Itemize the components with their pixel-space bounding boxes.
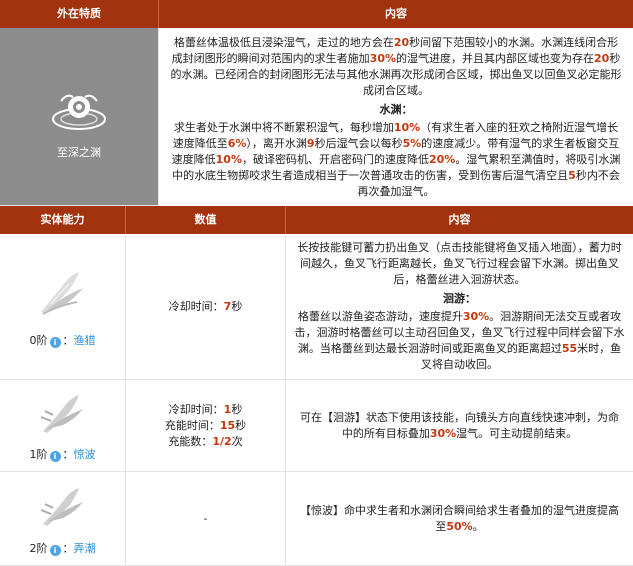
ability-values: 冷却时间：1秒 充能时间：15秒 充能数：1/2次: [126, 380, 286, 472]
info-icon[interactable]: i: [49, 337, 61, 348]
value-line: 冷却时间：7秒: [169, 299, 243, 315]
ability-content: 可在【洄游】状态下使用该技能，向镜头方向直线快速冲刺，为命中的所有目标叠加30%…: [286, 380, 633, 472]
ability-values: 冷却时间：7秒: [126, 234, 286, 380]
ability-content: 长按技能键可蓄力扔出鱼叉（点击技能键将鱼叉插入地面），蓄力时间越久，鱼叉飞行距离…: [286, 234, 633, 380]
header-col-content: 内容: [385, 7, 407, 20]
ability-level-label: 1阶 i ：惊波: [29, 448, 96, 462]
text-segment: 长按技能键可蓄力扔出鱼叉（点击技能键将鱼叉插入地面），蓄力时间越久，鱼叉飞行距离…: [297, 241, 622, 286]
highlight-value: 15: [219, 418, 236, 432]
highlight-value: 6%: [227, 136, 247, 150]
highlight-value: 5: [568, 168, 576, 182]
info-icon[interactable]: i: [49, 451, 61, 462]
ability-desc-paragraph-1: 【惊波】命中求生者和水渊闭合瞬间给求生者叠加的湿气进度提高至50%。: [296, 503, 623, 535]
header-col-ability: 实体能力: [0, 206, 126, 234]
ability-level: 1阶: [29, 448, 48, 461]
text-segment: ），离开水渊: [246, 136, 307, 150]
highlight-value: 50%: [446, 519, 473, 533]
text-segment: 的湿气进度，并且其内部区域也变为存在: [396, 51, 595, 65]
ability-values: -: [126, 472, 286, 566]
text-segment: 次: [231, 434, 243, 448]
highlight-value: 30%: [462, 310, 490, 323]
value-dash: -: [203, 511, 208, 525]
ability-desc-paragraph-1: 可在【洄游】状态下使用该技能，向镜头方向直线快速冲刺，为命中的所有目标叠加30%…: [296, 410, 623, 442]
ability-row: 0阶 i ：渔猎 冷却时间：7秒 长按技能键可蓄力扔出鱼叉（点击技能键将鱼叉插入地面…: [0, 234, 633, 380]
ability-desc-subtitle: 洄游：: [443, 292, 476, 305]
highlight-value: 20: [594, 51, 610, 65]
info-icon[interactable]: i: [49, 545, 61, 556]
text-segment: 格蕾丝以游鱼姿态游动，速度提升: [297, 310, 463, 323]
trait-row: 至深之渊 格蕾丝体温极低且浸染湿气，走过的地方会在20秒间留下范围较小的水渊。水…: [0, 28, 633, 206]
highlight-value: 20%: [429, 152, 456, 166]
ability-icon-cell: 0阶 i ：渔猎: [0, 234, 126, 380]
header-col-desc: 内容: [448, 213, 471, 226]
wing-splash-icon: [40, 487, 83, 526]
trait-content: 格蕾丝体温极低且浸染湿气，走过的地方会在20秒间留下范围较小的水渊。水渊连线闭合…: [159, 28, 633, 206]
ability-level-label: 0阶 i ：渔猎: [29, 334, 96, 348]
text-segment: ，破译密码机、开启密码门的速度降低: [242, 152, 429, 166]
value-line: 充能时间：15秒: [165, 418, 246, 434]
abyss-eye-icon: [52, 94, 106, 130]
text-segment: 求生者处于水渊中将不断累积湿气，每秒增加: [173, 120, 394, 134]
ability-table-header: 实体能力 数值 内容: [0, 206, 633, 234]
ability-level-label: 2阶 i ：弄潮: [29, 542, 96, 556]
highlight-value: 9: [306, 136, 315, 150]
text-segment: 冷却时间：: [168, 402, 224, 416]
highlight-value: 30%: [369, 51, 397, 65]
trait-paragraph-1: 格蕾丝体温极低且浸染湿气，走过的地方会在20秒间留下范围较小的水渊。水渊连线闭合…: [169, 35, 623, 99]
ability-icon-cell: 1阶 i ：惊波: [0, 380, 126, 472]
ability-name-link[interactable]: 弄潮: [74, 542, 96, 555]
text-segment: 湿气。可主动提前结束。: [456, 426, 578, 440]
ability-level: 0阶: [29, 334, 48, 347]
value-line: 充能数：1/2次: [168, 434, 242, 450]
text-segment: 秒: [235, 418, 247, 432]
trait-subtitle: 水渊：: [379, 102, 413, 116]
value-line: 冷却时间：1秒: [169, 402, 243, 418]
text-segment: 格蕾丝体温极低且浸染湿气，走过的地方会在: [173, 35, 394, 49]
ability-desc-paragraph-1: 长按技能键可蓄力扔出鱼叉（点击技能键将鱼叉插入地面），蓄力时间越久，鱼叉飞行距离…: [294, 240, 625, 288]
highlight-value: 1/2: [212, 434, 232, 448]
wing-splash-icon: [40, 271, 83, 315]
trait-table-header: 外在特质 内容: [0, 0, 633, 28]
ability-row: 2阶 i ：弄潮 - 【惊波】命中求生者和水渊闭合瞬间给求生者叠加的湿气进度提高至5…: [0, 472, 633, 566]
ability-name-link[interactable]: 渔猎: [74, 334, 96, 347]
text-segment: 充能数：: [168, 434, 213, 448]
text-segment: 秒: [231, 402, 243, 416]
ability-desc-paragraph-2: 格蕾丝以游鱼姿态游动，速度提升30%。洄游期间无法交互或者攻击，洄游时格蕾丝可以…: [294, 309, 625, 373]
ability-icon-cell: 2阶 i ：弄潮: [0, 472, 126, 566]
ability-name-link[interactable]: 惊波: [74, 448, 96, 461]
text-segment: 。: [472, 519, 484, 533]
ability-row: 1阶 i ：惊波 冷却时间：1秒 充能时间：15秒 充能数：1/2次 可在【洄游】状…: [0, 380, 633, 472]
text-segment: 充能时间：: [164, 418, 220, 432]
ability-level: 2阶: [29, 542, 48, 555]
highlight-value: 30%: [429, 426, 457, 440]
highlight-value: 5%: [402, 136, 422, 150]
text-segment: 秒后湿气会以每秒: [314, 136, 403, 150]
highlight-value: 10%: [393, 120, 421, 134]
header-col-value: 数值: [126, 206, 286, 234]
text-segment: 冷却时间：: [168, 299, 224, 313]
highlight-value: 20: [393, 35, 410, 49]
text-segment: 秒: [231, 299, 243, 313]
highlight-value: 10%: [215, 152, 242, 166]
wing-splash-icon: [40, 394, 83, 433]
trait-cell: 至深之渊: [0, 28, 159, 206]
trait-paragraph-2: 求生者处于水渊中将不断累积湿气，每秒增加10%（有求生者入座的狂欢之椅附近湿气增…: [169, 120, 623, 200]
header-col-trait: 外在特质: [0, 0, 159, 28]
trait-name: 至深之渊: [57, 146, 101, 159]
highlight-value: 55: [561, 342, 578, 355]
ability-content: 【惊波】命中求生者和水渊闭合瞬间给求生者叠加的湿气进度提高至50%。: [286, 472, 633, 566]
